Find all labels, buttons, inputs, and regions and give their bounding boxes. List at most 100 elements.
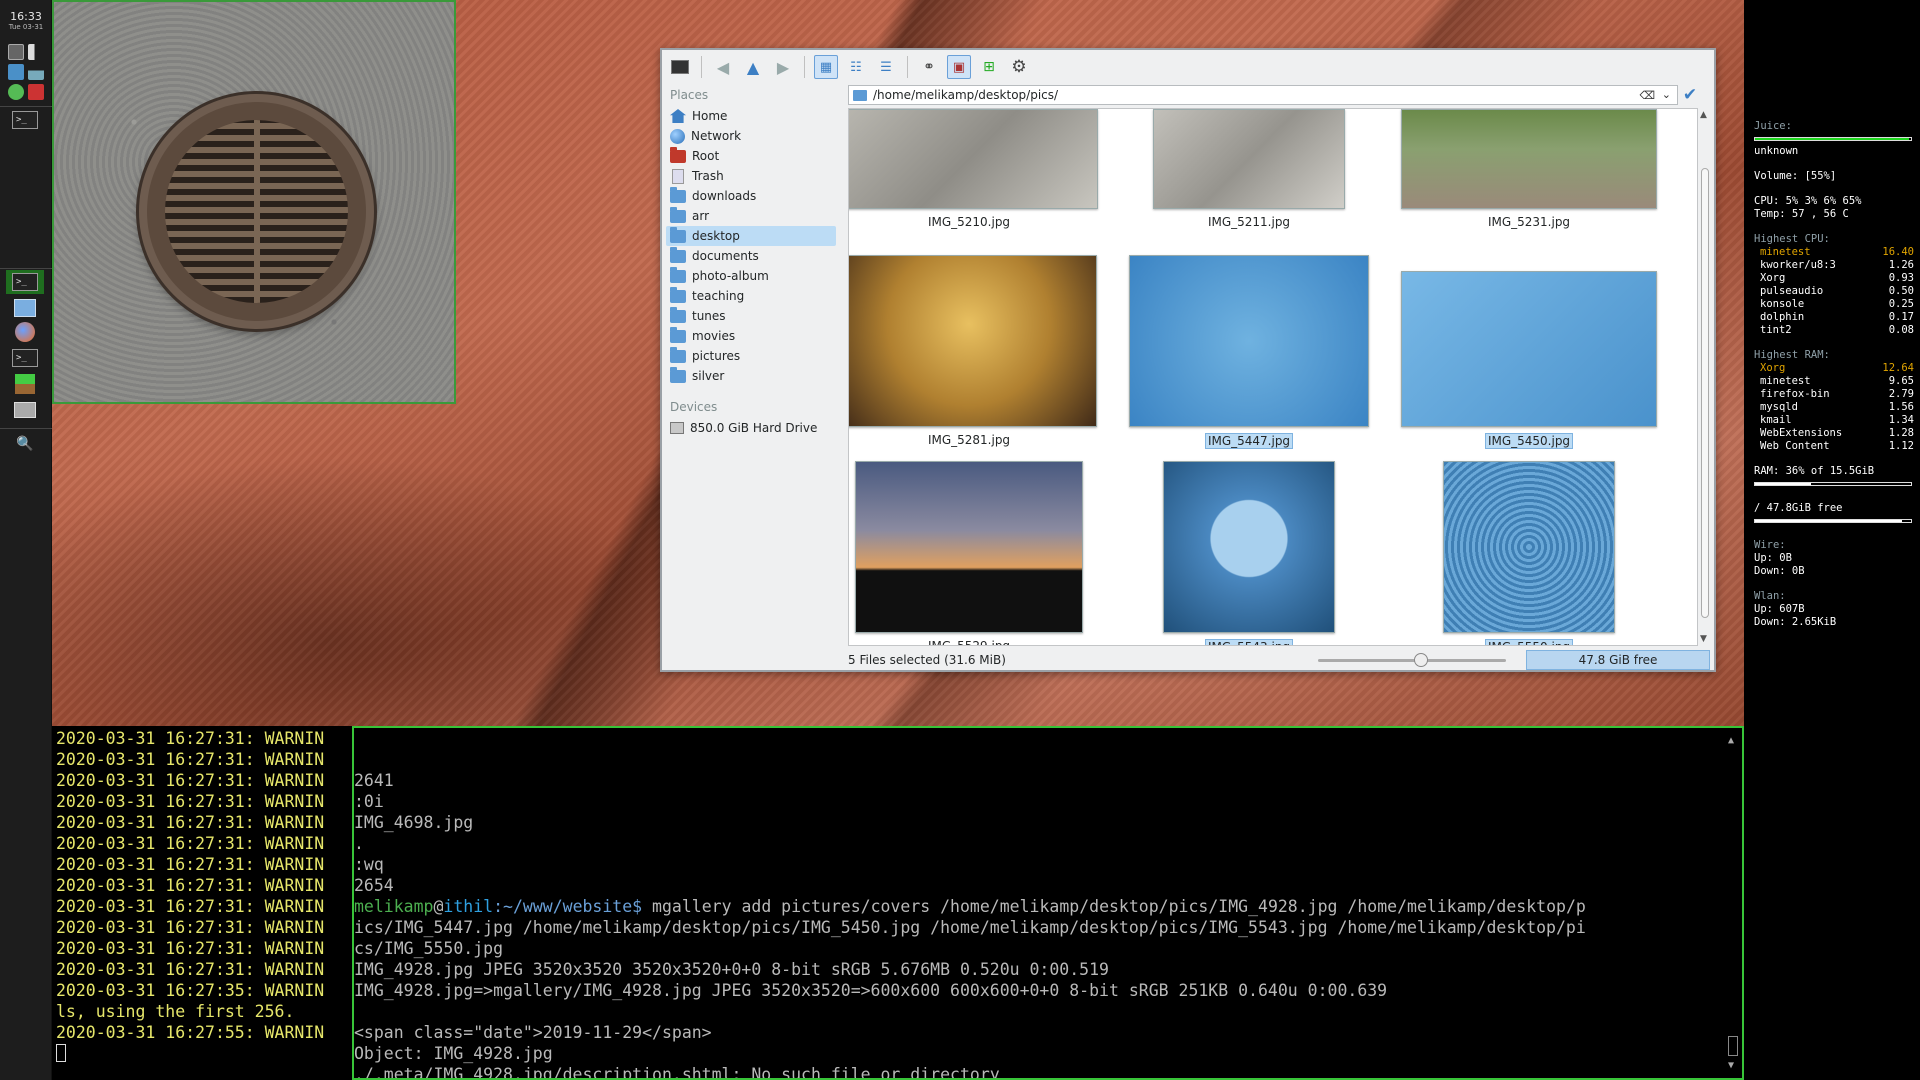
file-name[interactable]: IMG_5211.jpg xyxy=(1206,215,1292,229)
zoom-slider[interactable] xyxy=(1318,653,1506,667)
task-image-viewer-button[interactable] xyxy=(6,398,44,422)
task-terminal-button[interactable]: >_ xyxy=(6,270,44,294)
path-input[interactable]: /home/melikamp/desktop/pics/ ⌫ ⌄ xyxy=(848,85,1678,105)
file-tile[interactable]: IMG_5543.jpg xyxy=(1119,461,1379,645)
folder-icon xyxy=(670,286,686,303)
place-item-root[interactable]: Root xyxy=(666,146,836,166)
file-tile[interactable]: IMG_5550.jpg xyxy=(1399,461,1659,645)
place-label: Home xyxy=(692,109,728,123)
terminal-launcher-button[interactable]: >_ xyxy=(6,108,44,132)
file-tile[interactable]: IMG_5447.jpg xyxy=(1119,255,1379,449)
forward-button[interactable]: ▶ xyxy=(771,55,795,79)
file-name[interactable]: IMG_5450.jpg xyxy=(1484,433,1574,449)
updates-icon[interactable] xyxy=(28,84,44,100)
details-view-button[interactable]: ☰ xyxy=(874,55,898,79)
scroll-up-icon[interactable]: ▲ xyxy=(1700,110,1707,120)
preview-button[interactable]: ▣ xyxy=(947,55,971,79)
place-item-trash[interactable]: Trash xyxy=(666,166,836,186)
place-item-photo-album[interactable]: photo-album xyxy=(666,266,836,286)
back-button[interactable]: ◀ xyxy=(711,55,735,79)
file-tile[interactable]: IMG_5450.jpg xyxy=(1399,255,1659,449)
file-thumbnail[interactable] xyxy=(1129,255,1369,427)
settings-button[interactable]: ⚙ xyxy=(1007,55,1031,79)
file-view[interactable]: IMG_5210.jpg IMG_5211.jpg IMG_5231.jpg IMG_… xyxy=(848,108,1698,646)
file-thumbnail[interactable] xyxy=(1443,461,1615,633)
search-button[interactable]: 🔍 xyxy=(6,432,44,456)
file-thumbnail[interactable] xyxy=(1401,109,1657,209)
up-button[interactable]: ▲ xyxy=(741,55,765,79)
panel-clock[interactable]: 16:33 Tue 03-31 xyxy=(0,10,52,31)
place-item-documents[interactable]: documents xyxy=(666,246,836,266)
task-file-manager-button[interactable] xyxy=(6,296,44,320)
file-name[interactable]: IMG_5543.jpg xyxy=(1204,639,1294,645)
file-name[interactable]: IMG_5281.jpg xyxy=(926,433,1012,447)
terminal-window[interactable]: 2020-03-31 16:27:31: WARNIN 2020-03-31 16… xyxy=(52,726,1744,1080)
scrollbar-thumb[interactable] xyxy=(1701,168,1709,618)
temp-readout: Temp: 57 , 56 C xyxy=(1754,208,1849,220)
file-tile[interactable]: IMG_5281.jpg xyxy=(849,255,1099,448)
chat-icon[interactable] xyxy=(8,84,24,100)
file-name[interactable]: IMG_5210.jpg xyxy=(926,215,1012,229)
output-line: :wq xyxy=(354,855,384,874)
compact-view-button[interactable]: ☷ xyxy=(844,55,868,79)
task-firefox-button[interactable] xyxy=(6,320,44,344)
file-view-scrollbar[interactable]: ▲ ▼ xyxy=(1698,108,1712,646)
command-text: mgallery add pictures/covers /home/melik… xyxy=(642,897,1586,916)
scroll-up-icon[interactable]: ▲ xyxy=(1728,730,1734,751)
free-space-button[interactable]: 47.8 GiB free xyxy=(1526,650,1710,670)
terminal-scrollbar[interactable]: ▲ ▼ xyxy=(1726,730,1740,1076)
file-manager-window[interactable]: ◀ ▲ ▶ ▦ ☷ ☰ ⚭ ▣ ⊞ ⚙ Places Home Network Ro… xyxy=(660,48,1716,672)
terminal-left-pane[interactable]: 2020-03-31 16:27:31: WARNIN 2020-03-31 16… xyxy=(52,726,352,1080)
clear-path-icon[interactable]: ⌫ xyxy=(1639,89,1655,102)
chevron-down-icon[interactable]: ⌄ xyxy=(1662,88,1671,101)
file-thumbnail[interactable] xyxy=(1401,271,1657,427)
confirm-path-button[interactable]: ✔ xyxy=(1678,85,1702,105)
file-thumbnail[interactable] xyxy=(849,109,1098,209)
place-item-pictures[interactable]: pictures xyxy=(666,346,836,366)
task-minetest-button[interactable] xyxy=(6,372,44,396)
network-manager-icon[interactable] xyxy=(8,64,24,80)
place-item-downloads[interactable]: downloads xyxy=(666,186,836,206)
volume-readout: Volume: [55%] xyxy=(1754,170,1837,182)
scroll-down-icon[interactable]: ▼ xyxy=(1700,634,1707,644)
wifi-signal-icon[interactable] xyxy=(28,64,44,80)
file-thumbnail[interactable] xyxy=(1153,109,1345,209)
file-thumbnail[interactable] xyxy=(855,461,1083,633)
place-item-home[interactable]: Home xyxy=(666,106,836,126)
place-item-silver[interactable]: silver xyxy=(666,366,836,386)
file-name[interactable]: IMG_5231.jpg xyxy=(1486,215,1572,229)
file-thumbnail[interactable] xyxy=(849,255,1097,427)
file-name[interactable]: IMG_5447.jpg xyxy=(1204,433,1294,449)
icons-view-button[interactable]: ▦ xyxy=(814,55,838,79)
split-button[interactable]: ⊞ xyxy=(977,55,1001,79)
home-icon xyxy=(670,109,686,123)
place-item-movies[interactable]: movies xyxy=(666,326,836,346)
place-item-teaching[interactable]: teaching xyxy=(666,286,836,306)
output-line: :0i xyxy=(354,792,384,811)
terminal-right-pane[interactable]: 2641:0i IMG_4698.jpg.:wq 2654 melikamp@ithi… xyxy=(352,726,1744,1080)
device-hard-drive[interactable]: 850.0 GiB Hard Drive xyxy=(666,418,836,438)
file-thumbnail[interactable] xyxy=(1163,461,1335,633)
file-tile[interactable]: IMG_5210.jpg xyxy=(849,109,1099,230)
zoom-slider-knob[interactable] xyxy=(1414,653,1429,667)
file-name[interactable]: IMG_5529.jpg xyxy=(926,639,1012,645)
place-item-tunes[interactable]: tunes xyxy=(666,306,836,326)
file-name[interactable]: IMG_5550.jpg xyxy=(1484,639,1574,645)
keyboard-icon[interactable] xyxy=(8,44,24,60)
image-viewer-window[interactable] xyxy=(52,0,456,404)
scrollbar-thumb[interactable] xyxy=(1728,1036,1738,1056)
file-tile[interactable]: IMG_5231.jpg xyxy=(1399,109,1659,230)
open-terminal-button[interactable] xyxy=(668,55,692,79)
place-item-desktop[interactable]: desktop xyxy=(666,226,836,246)
place-item-arr[interactable]: arr xyxy=(666,206,836,226)
file-tile[interactable]: IMG_5211.jpg xyxy=(1119,109,1379,230)
volume-icon[interactable] xyxy=(28,44,44,60)
file-tile[interactable]: IMG_5529.jpg xyxy=(849,461,1099,645)
place-item-network[interactable]: Network xyxy=(666,126,836,146)
compact-view-icon: ☷ xyxy=(850,59,862,75)
task-terminal-2-button[interactable]: >_ xyxy=(6,346,44,370)
process-value: 1.56 xyxy=(1888,401,1914,413)
find-button[interactable]: ⚭ xyxy=(917,55,941,79)
scroll-down-icon[interactable]: ▼ xyxy=(1728,1055,1734,1076)
